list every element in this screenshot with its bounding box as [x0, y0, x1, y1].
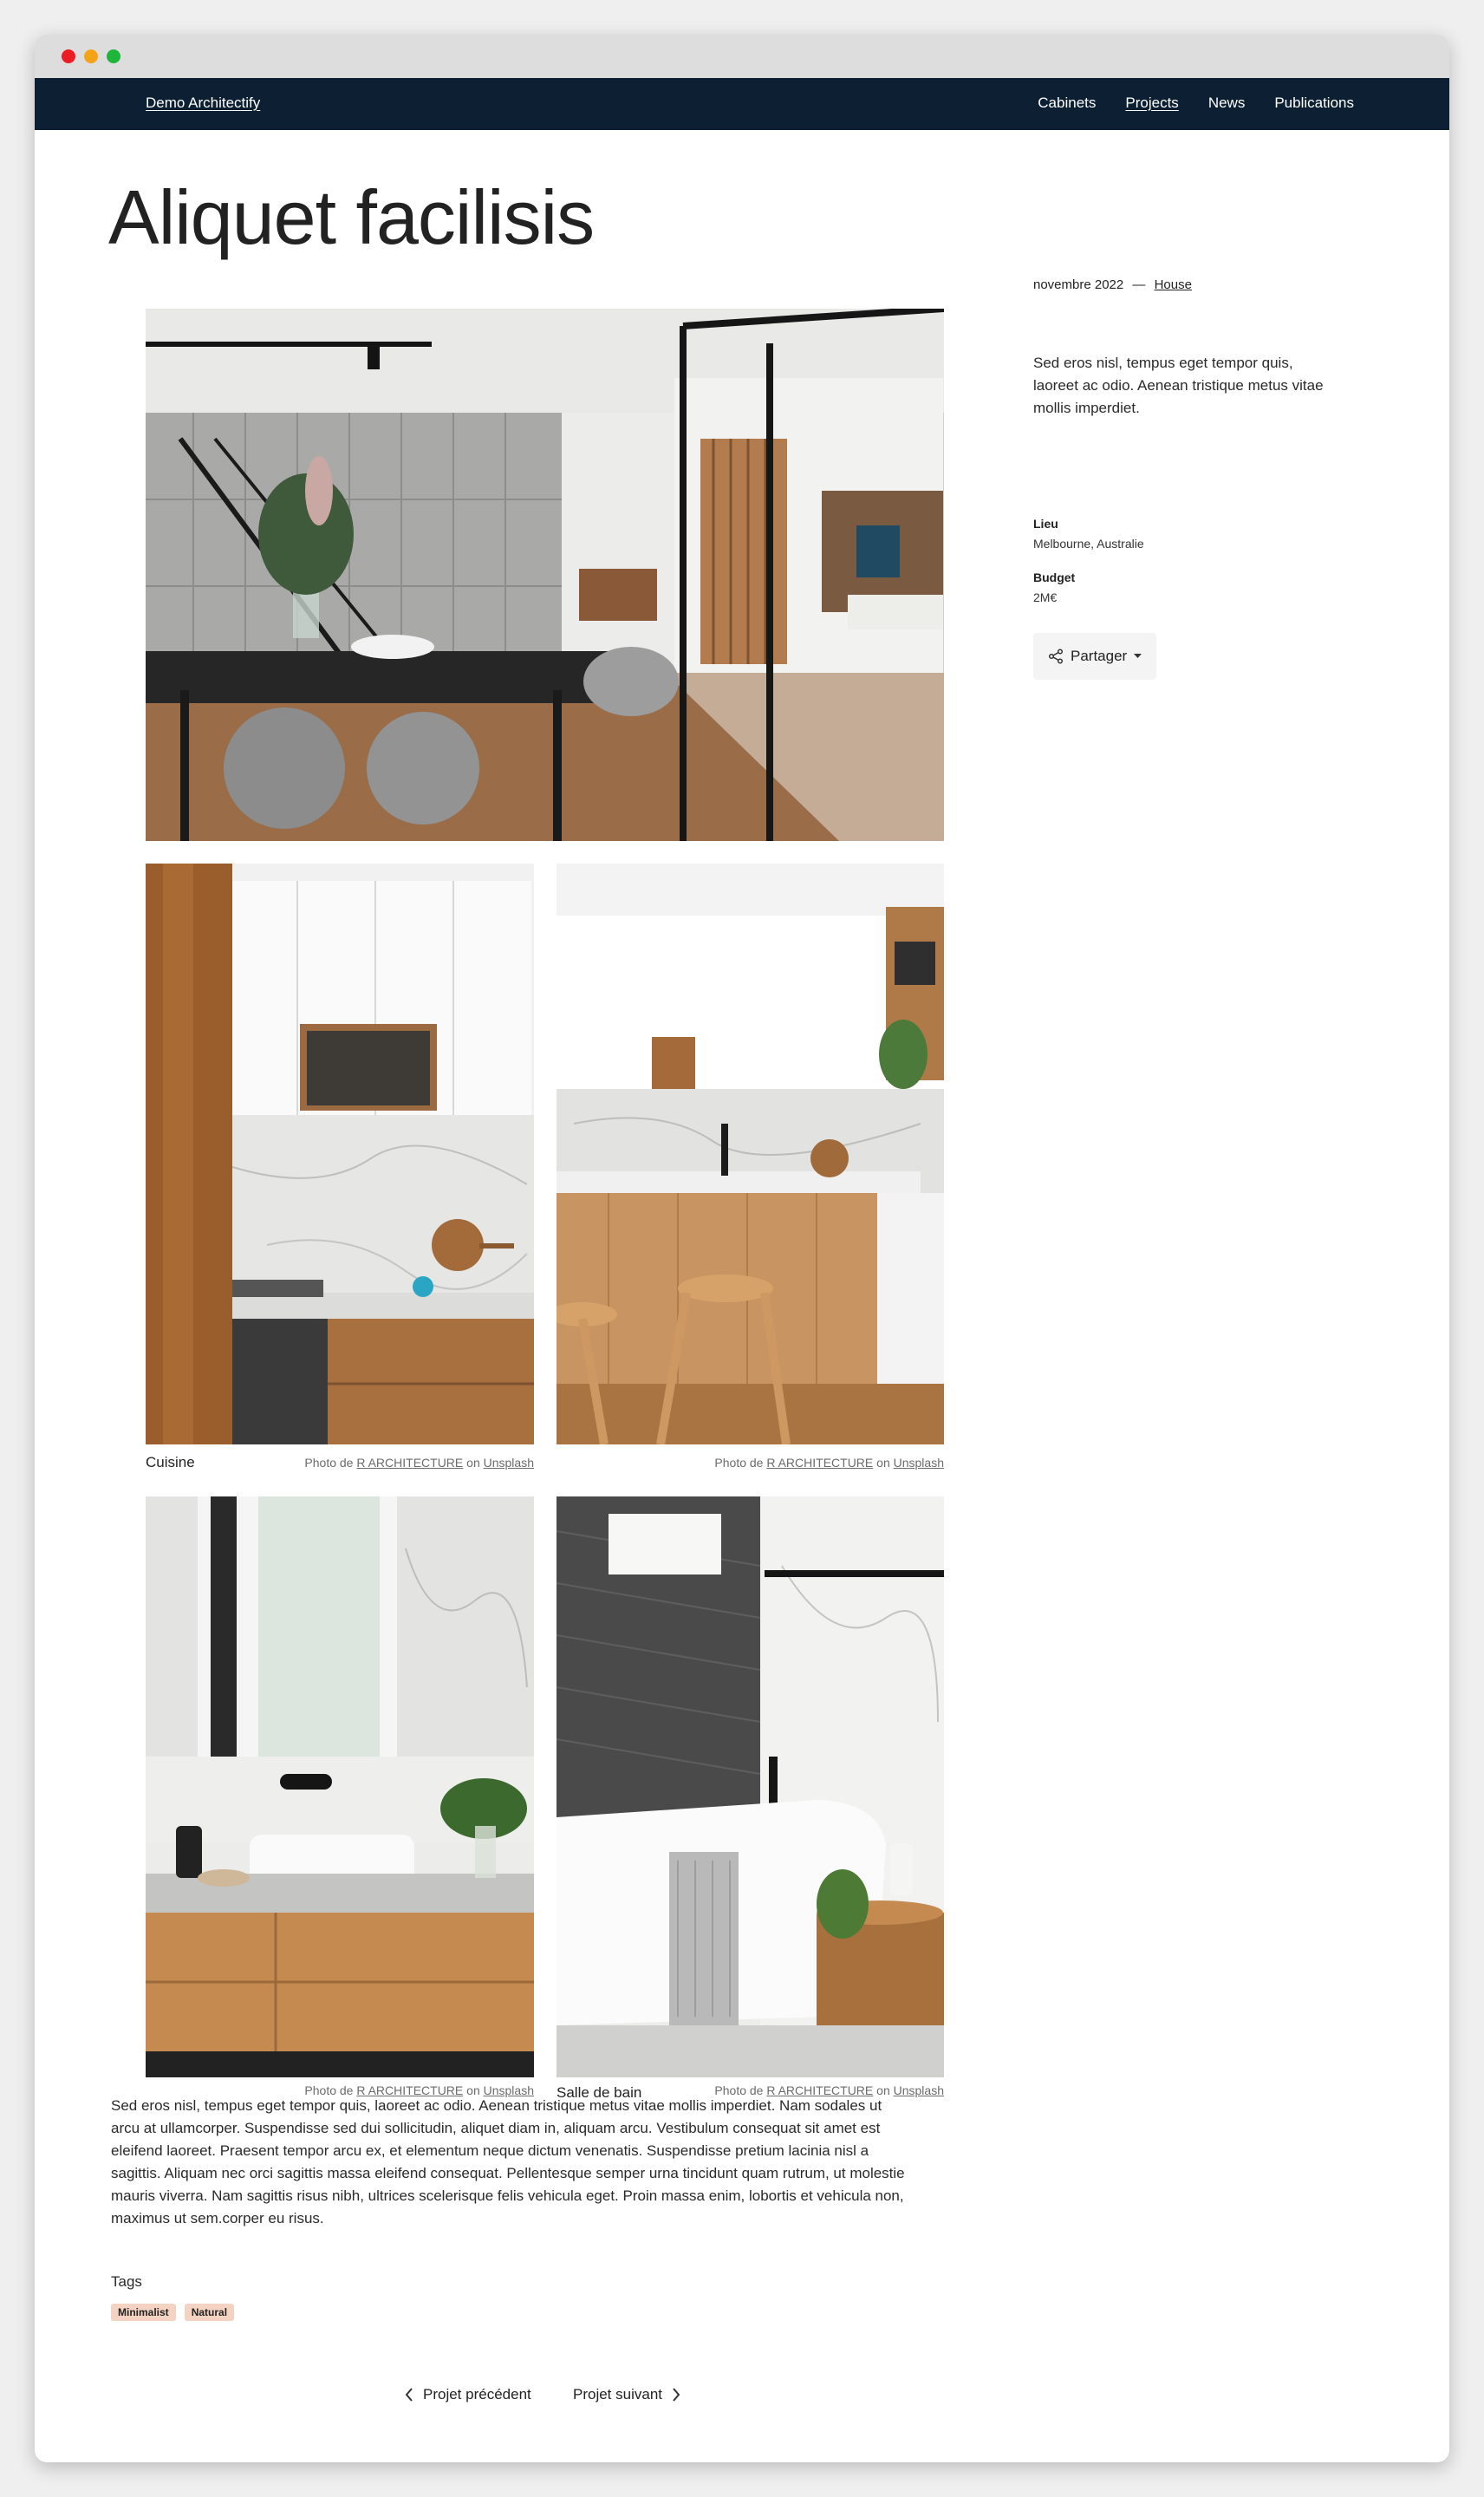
nav-link-publications[interactable]: Publications	[1274, 95, 1354, 112]
caption-row-counter: Photo de R ARCHITECTURE on Unsplash	[556, 1452, 944, 1473]
caret-down-icon	[1134, 654, 1142, 658]
previous-project-label: Projet précédent	[423, 2386, 531, 2402]
photo-bathroom-vanity[interactable]	[146, 1496, 534, 2077]
credit-on: on	[466, 1456, 480, 1470]
caption-row-kitchen: Cuisine Photo de R ARCHITECTURE on Unspl…	[146, 1452, 534, 1473]
project-body-text: Sed eros nisl, tempus eget tempor quis, …	[111, 2097, 905, 2226]
next-project-label: Projet suivant	[573, 2386, 662, 2402]
budget-value: 2M€	[1033, 590, 1058, 604]
nav-link-projects[interactable]: Projects	[1125, 95, 1178, 112]
site-brand-link[interactable]: Demo Architectify	[146, 95, 260, 112]
photo-dining-room[interactable]	[146, 309, 944, 841]
project-category-link[interactable]: House	[1155, 277, 1192, 292]
photo-bathtub[interactable]	[556, 1496, 944, 2077]
close-window-button[interactable]	[62, 49, 75, 63]
project-meta: novembre 2022 — House	[1033, 277, 1192, 292]
minimize-window-button[interactable]	[84, 49, 98, 63]
credit-author-link[interactable]: R ARCHITECTURE	[766, 1456, 873, 1470]
photo-credit: Photo de R ARCHITECTURE on Unsplash	[304, 1456, 534, 1470]
maximize-window-button[interactable]	[107, 49, 120, 63]
credit-prefix: Photo de	[304, 1456, 354, 1470]
credit-source-link[interactable]: Unsplash	[484, 1456, 534, 1470]
previous-project-link[interactable]: Projet précédent	[404, 2386, 531, 2403]
nav-link-news[interactable]: News	[1208, 95, 1246, 112]
credit-source-link[interactable]: Unsplash	[894, 1456, 944, 1470]
project-date: novembre 2022	[1033, 277, 1124, 292]
nav-link-cabinets[interactable]: Cabinets	[1038, 95, 1096, 112]
credit-prefix: Photo de	[714, 1456, 764, 1470]
window-titlebar	[35, 35, 1449, 78]
photo-credit: Photo de R ARCHITECTURE on Unsplash	[714, 1456, 944, 1470]
tag-minimalist[interactable]: Minimalist	[111, 2304, 176, 2321]
photo-kitchen-counter[interactable]	[556, 864, 944, 1444]
project-summary: Sed eros nisl, tempus eget tempor quis, …	[1033, 355, 1324, 416]
meta-separator: —	[1132, 277, 1146, 292]
chevron-right-icon	[673, 2388, 680, 2402]
site-navbar: Demo Architectify Cabinets Projects News…	[35, 78, 1449, 130]
share-label: Partager	[1071, 648, 1128, 664]
next-project-link[interactable]: Projet suivant	[573, 2386, 681, 2403]
tag-natural[interactable]: Natural	[184, 2304, 235, 2321]
tags-label: Tags	[111, 2273, 142, 2290]
location-label: Lieu	[1033, 517, 1058, 531]
budget-label: Budget	[1033, 570, 1076, 584]
tags-list: Minimalist Natural	[111, 2304, 235, 2321]
page-title: Aliquet facilisis	[108, 174, 595, 260]
credit-author-link[interactable]: R ARCHITECTURE	[356, 1456, 463, 1470]
credit-on: on	[876, 1456, 890, 1470]
share-dropdown-button[interactable]: Partager	[1033, 633, 1156, 680]
share-icon	[1048, 649, 1064, 664]
location-value: Melbourne, Australie	[1033, 537, 1144, 551]
nav-links: Cabinets Projects News Publications	[1038, 95, 1354, 112]
chevron-left-icon	[405, 2388, 413, 2402]
photo-caption-cuisine: Cuisine	[146, 1454, 195, 1470]
photo-kitchen-cabinets[interactable]	[146, 864, 534, 1444]
